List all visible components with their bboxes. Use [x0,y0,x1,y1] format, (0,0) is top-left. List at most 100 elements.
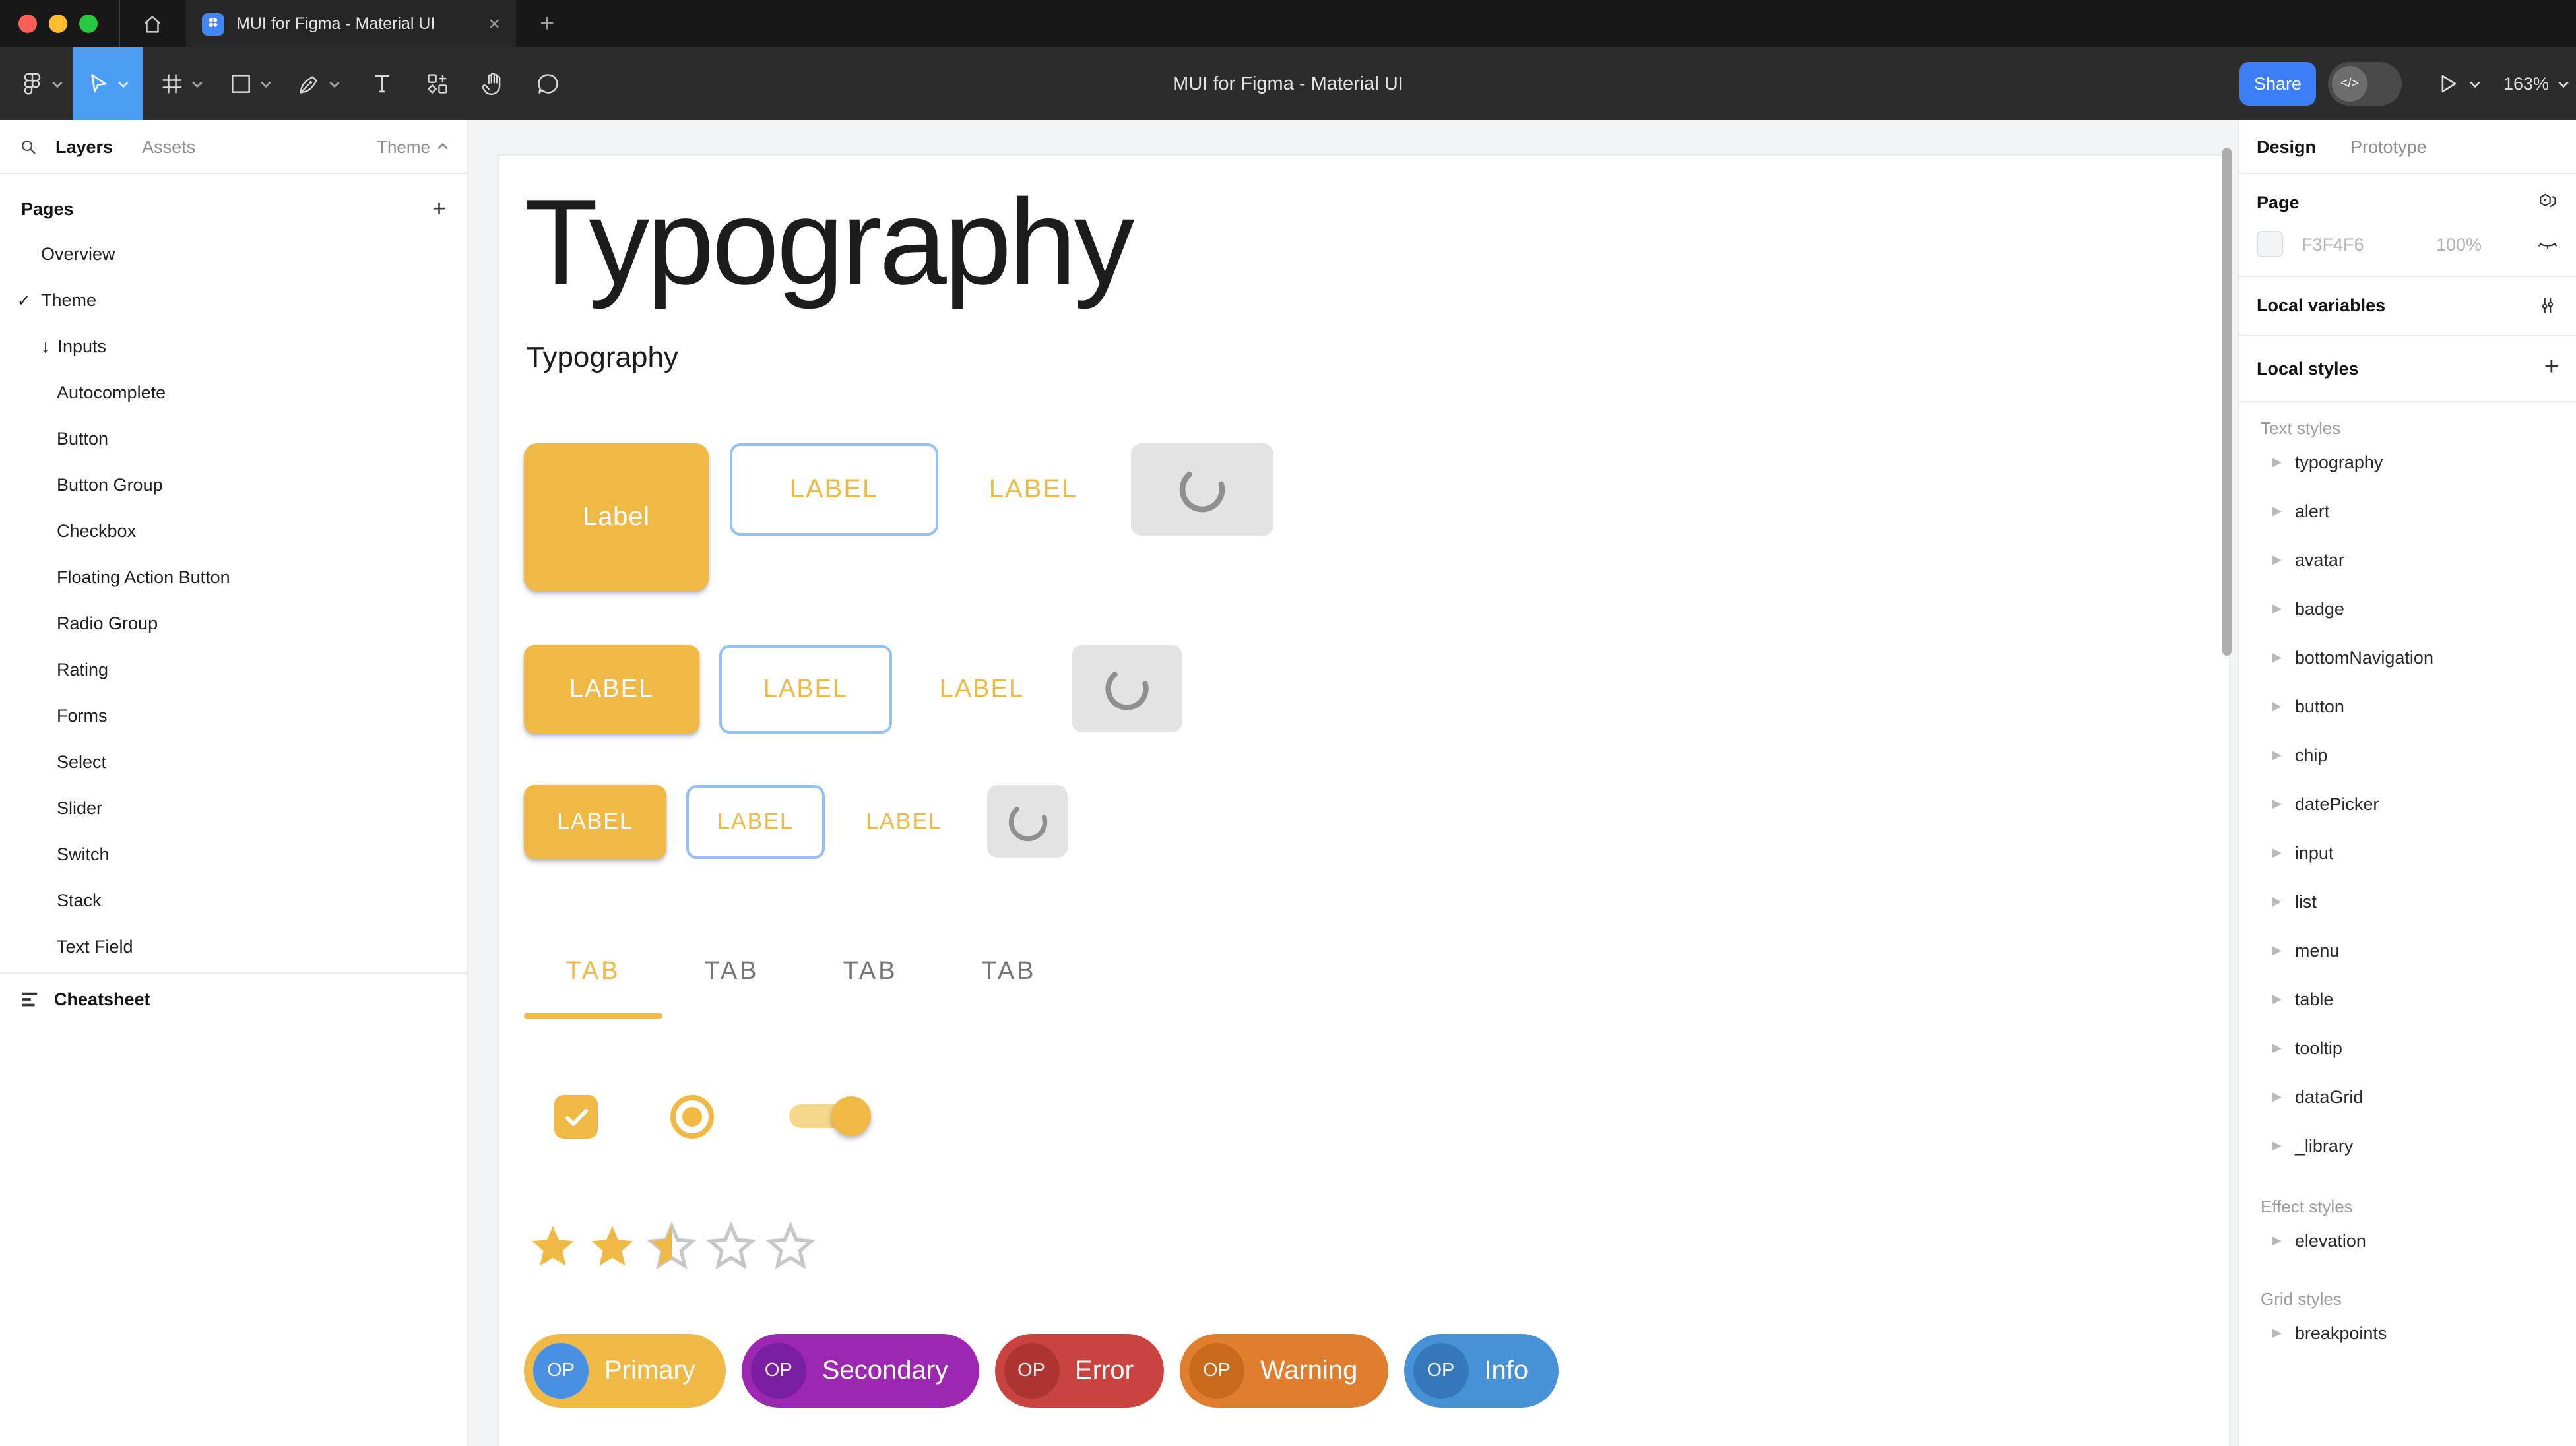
disclosure-triangle-icon[interactable]: ▶ [2272,993,2282,1005]
file-tab[interactable]: MUI for Figma - Material UI × [186,0,516,47]
canvas[interactable]: Typography Typography Label LABEL LABEL … [468,120,2238,1446]
sidebar-item-radio-group[interactable]: Radio Group [0,600,467,646]
sidebar-item-cheatsheet[interactable]: Cheatsheet [0,972,467,1025]
page-color-opacity[interactable]: 100% [2436,234,2482,254]
style-row-breakpoints[interactable]: ▶breakpoints [2239,1309,2576,1358]
star-empty-icon[interactable] [765,1222,816,1272]
disclosure-triangle-icon[interactable]: ▶ [2272,847,2282,859]
sidebar-item-switch[interactable]: Switch [0,831,467,877]
outlined-button-large[interactable]: LABEL [730,443,938,536]
style-row-list[interactable]: ▶list [2239,877,2576,926]
sidebar-item-floating-action-button[interactable]: Floating Action Button [0,554,467,600]
disclosure-triangle-icon[interactable]: ▶ [2272,749,2282,761]
canvas-scrollbar[interactable] [2222,148,2232,656]
disclosure-triangle-icon[interactable]: ▶ [2272,701,2282,712]
main-menu-button[interactable] [13,47,69,120]
disclosure-triangle-icon[interactable]: ▶ [2272,554,2282,566]
disclosure-triangle-icon[interactable]: ▶ [2272,1140,2282,1152]
resources-tool-button[interactable] [414,47,459,120]
pen-tool-button[interactable] [288,47,348,120]
disclosure-triangle-icon[interactable]: ▶ [2272,603,2282,615]
disclosure-triangle-icon[interactable]: ▶ [2272,798,2282,810]
sidebar-item-autocomplete[interactable]: Autocomplete [0,369,467,416]
add-page-button[interactable]: + [432,195,446,222]
search-icon[interactable] [18,137,38,156]
chip-primary[interactable]: OP Primary [524,1334,726,1408]
sidebar-item-select[interactable]: Select [0,739,467,785]
tab-item-2[interactable]: TAB [662,926,801,1019]
page-color-hex[interactable]: F3F4F6 [2302,234,2389,254]
style-row-library[interactable]: ▶_library [2239,1121,2576,1170]
loading-button-small[interactable] [987,785,1068,858]
chip-warning[interactable]: OP Warning [1180,1334,1388,1408]
play-icon[interactable] [2435,71,2460,96]
text-button-large[interactable]: LABEL [978,443,1089,536]
maximize-window-button[interactable] [79,15,98,33]
loading-button-medium[interactable] [1072,645,1182,732]
chip-info[interactable]: OP Info [1403,1334,1559,1408]
sidebar-item-rating[interactable]: Rating [0,646,467,693]
contained-button-small[interactable]: LABEL [524,785,666,859]
styles-hexagon-icon[interactable] [2536,191,2559,214]
style-row-datepicker[interactable]: ▶datePicker [2239,780,2576,829]
style-row-input[interactable]: ▶input [2239,829,2576,877]
dev-mode-toggle[interactable]: </> [2328,62,2402,106]
tab-item-4[interactable]: TAB [940,926,1078,1019]
move-tool-button[interactable] [73,47,143,120]
chip-secondary[interactable]: OP Secondary [742,1334,979,1408]
disclosure-triangle-icon[interactable]: ▶ [2272,896,2282,908]
disclosure-triangle-icon[interactable]: ▶ [2272,1327,2282,1339]
disclosure-triangle-icon[interactable]: ▶ [2272,1091,2282,1103]
sidebar-item-stack[interactable]: Stack [0,877,467,924]
style-row-avatar[interactable]: ▶avatar [2239,536,2576,584]
sidebar-item-button[interactable]: Button [0,416,467,462]
sidebar-item-button-group[interactable]: Button Group [0,462,467,508]
color-swatch[interactable] [2257,231,2283,257]
tab-design[interactable]: Design [2257,137,2316,156]
tab-assets[interactable]: Assets [142,137,195,156]
outlined-button-medium[interactable]: LABEL [719,645,892,734]
hand-tool-button[interactable] [470,47,515,120]
loading-button-large[interactable] [1131,443,1273,536]
frame-tool-button[interactable] [150,47,211,120]
chevron-down-icon[interactable] [2469,80,2481,88]
rating-demo[interactable] [528,1222,816,1272]
star-half-icon[interactable] [647,1222,697,1272]
outlined-button-small[interactable]: LABEL [686,785,825,859]
style-row-tooltip[interactable]: ▶tooltip [2239,1024,2576,1073]
disclosure-triangle-icon[interactable]: ▶ [2272,1042,2282,1054]
tab-layers[interactable]: Layers [55,137,113,156]
style-row-typography[interactable]: ▶typography [2239,438,2576,487]
disclosure-triangle-icon[interactable]: ▶ [2272,945,2282,957]
style-row-badge[interactable]: ▶badge [2239,584,2576,633]
sidebar-item-checkbox[interactable]: Checkbox [0,508,467,554]
share-button[interactable]: Share [2239,62,2316,106]
sidebar-item-overview[interactable]: Overview [0,231,467,277]
tab-prototype[interactable]: Prototype [2350,137,2427,156]
close-tab-icon[interactable]: × [488,14,500,34]
sidebar-item-theme[interactable]: ✓Theme [0,277,467,323]
sidebar-item-inputs[interactable]: ↓Inputs [0,323,467,369]
chip-error[interactable]: OP Error [994,1334,1164,1408]
disclosure-triangle-icon[interactable]: ▶ [2272,1235,2282,1247]
style-row-bottomnavigation[interactable]: ▶bottomNavigation [2239,633,2576,682]
switch-demo[interactable] [784,1082,874,1150]
tab-item-1[interactable]: TAB [524,926,662,1019]
style-row-button[interactable]: ▶button [2239,682,2576,731]
style-row-chip[interactable]: ▶chip [2239,731,2576,780]
star-empty-icon[interactable] [706,1222,756,1272]
style-row-alert[interactable]: ▶alert [2239,487,2576,536]
minimize-window-button[interactable] [49,15,67,33]
style-row-menu[interactable]: ▶menu [2239,926,2576,975]
add-style-button[interactable]: + [2544,354,2559,383]
style-row-table[interactable]: ▶table [2239,975,2576,1024]
zoom-menu[interactable]: 163% [2503,47,2569,120]
shape-tool-button[interactable] [219,47,280,120]
text-button-medium[interactable]: LABEL [932,645,1032,734]
sidebar-item-forms[interactable]: Forms [0,693,467,739]
checkbox-demo[interactable] [554,1095,598,1139]
star-full-icon[interactable] [528,1222,578,1272]
star-full-icon[interactable] [587,1222,637,1272]
close-window-button[interactable] [18,15,37,33]
text-tool-button[interactable] [359,47,404,120]
